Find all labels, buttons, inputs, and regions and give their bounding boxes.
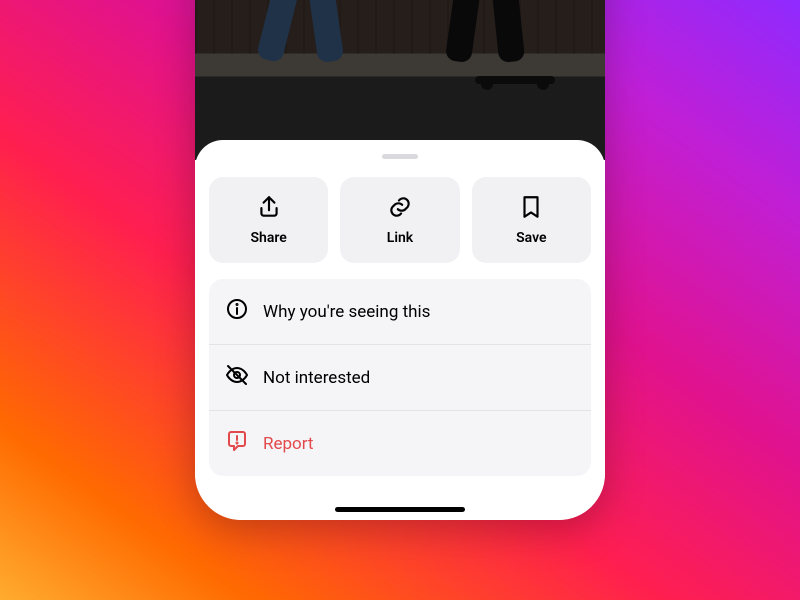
- link-label: Link: [387, 230, 413, 246]
- info-icon: [225, 297, 249, 326]
- share-button[interactable]: Share: [209, 177, 328, 263]
- sheet-grabber[interactable]: [382, 154, 418, 159]
- save-label: Save: [516, 230, 546, 246]
- share-label: Share: [251, 230, 287, 246]
- link-icon: [387, 194, 413, 224]
- menu-item-not-interested[interactable]: Not interested: [209, 344, 591, 410]
- bookmark-icon: [518, 194, 544, 224]
- menu-list: Why you're seeing this Not interested Re…: [209, 279, 591, 476]
- action-sheet: Share Link Save: [195, 140, 605, 520]
- home-indicator[interactable]: [335, 507, 465, 512]
- menu-item-label: Report: [263, 434, 313, 454]
- menu-item-label: Not interested: [263, 368, 370, 388]
- action-row: Share Link Save: [209, 177, 591, 263]
- share-icon: [256, 194, 282, 224]
- report-icon: [225, 429, 249, 458]
- phone-frame: Share Link Save: [195, 0, 605, 520]
- menu-item-label: Why you're seeing this: [263, 302, 430, 322]
- menu-item-report[interactable]: Report: [209, 410, 591, 476]
- menu-item-why[interactable]: Why you're seeing this: [209, 279, 591, 344]
- gradient-background: Share Link Save: [0, 0, 800, 600]
- post-photo: [195, 0, 605, 160]
- eye-off-icon: [225, 363, 249, 392]
- link-button[interactable]: Link: [340, 177, 459, 263]
- save-button[interactable]: Save: [472, 177, 591, 263]
